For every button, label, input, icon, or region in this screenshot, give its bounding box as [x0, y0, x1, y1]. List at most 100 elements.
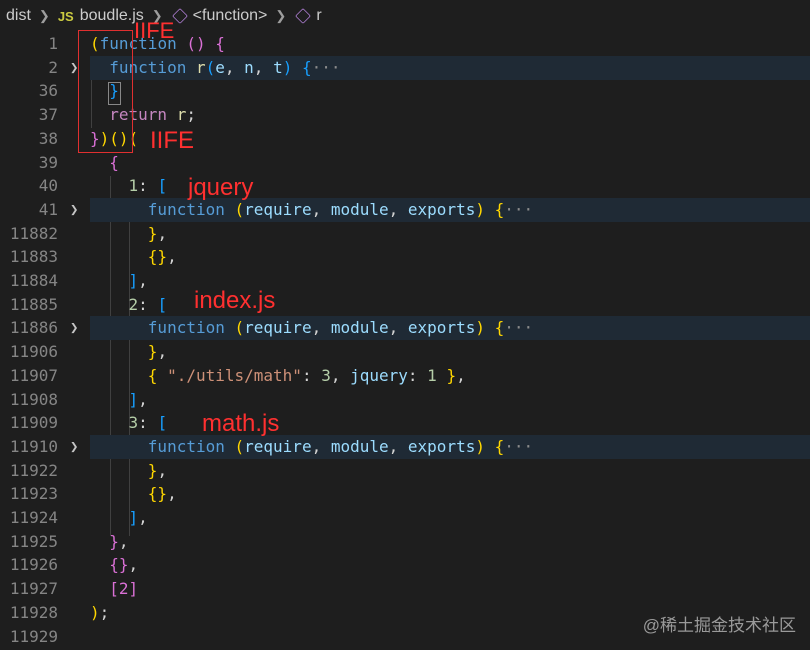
- code-token: require: [244, 436, 312, 456]
- code-text: 1: [: [90, 174, 168, 198]
- code-token: ,: [311, 436, 331, 456]
- code-line[interactable]: 11922 },: [0, 459, 810, 483]
- code-line[interactable]: 11925 },: [0, 530, 810, 554]
- code-token: (: [234, 318, 245, 338]
- code-token: module: [330, 436, 389, 456]
- breadcrumb: dist ❯ JS boudle.js ❯ <function> ❯ r: [0, 0, 810, 32]
- code-token: {}: [109, 555, 129, 575]
- code-line[interactable]: 11907 { "./utils/math": 3, jquery: 1 },: [0, 364, 810, 388]
- line-number: 11910: [9, 436, 58, 456]
- code-token: 1: [128, 176, 139, 196]
- code-token: {: [301, 57, 312, 77]
- code-token: e: [215, 57, 225, 77]
- code-token: ): [90, 602, 100, 622]
- code-line[interactable]: 11924 ],: [0, 506, 810, 530]
- code-token: {: [109, 152, 119, 172]
- fold-chevron-icon[interactable]: ❯: [70, 435, 82, 459]
- code-line[interactable]: 11909 3: [: [0, 411, 810, 435]
- chevron-right-icon: ❯: [275, 8, 287, 23]
- code-token: ]: [128, 508, 139, 527]
- code-text: },: [90, 459, 167, 483]
- code-line[interactable]: 11886 ❯ function (require, module, export…: [0, 316, 810, 341]
- fold-chevron-icon[interactable]: ❯: [70, 316, 82, 340]
- code-token: function: [147, 199, 225, 219]
- fold-chevron-icon[interactable]: ❯: [70, 198, 82, 222]
- code-token: (: [234, 199, 245, 219]
- code-line[interactable]: 11926 {},: [0, 553, 810, 577]
- code-line[interactable]: 39 {: [0, 151, 810, 175]
- code-token: ,: [118, 531, 129, 551]
- code-text: ],: [90, 269, 148, 293]
- code-token: ,: [157, 460, 168, 480]
- line-number: 11922: [9, 460, 58, 480]
- code-token: ,: [456, 365, 466, 385]
- code-text: ],: [90, 506, 148, 530]
- code-token: require: [244, 199, 312, 219]
- code-token: 1: [427, 365, 437, 385]
- code-token: function: [147, 436, 225, 456]
- code-token: [: [157, 413, 168, 433]
- code-line[interactable]: 11927 [2]: [0, 577, 810, 601]
- code-token: ,: [388, 199, 408, 219]
- code-token: ,: [330, 365, 351, 385]
- code-token: ···: [311, 57, 341, 77]
- breadcrumb-folder[interactable]: dist: [6, 7, 31, 25]
- breadcrumb-symbol-r[interactable]: r: [316, 7, 321, 25]
- code-line[interactable]: 11885 2: [: [0, 293, 810, 317]
- code-line[interactable]: 11884 ],: [0, 269, 810, 293]
- code-line[interactable]: 40 1: [: [0, 174, 810, 198]
- code-token: module: [330, 318, 389, 338]
- line-number: 40: [38, 176, 58, 196]
- code-text: ],: [90, 388, 148, 412]
- code-line[interactable]: 11908 ],: [0, 388, 810, 412]
- code-token: {: [494, 436, 505, 456]
- code-text: },: [90, 222, 167, 246]
- line-number: 36: [38, 81, 58, 101]
- line-number: 11927: [9, 579, 58, 599]
- code-line[interactable]: 11883 {},: [0, 245, 810, 269]
- code-text: function (require, module, exports) {···: [90, 316, 533, 340]
- line-number: 11884: [9, 271, 58, 290]
- code-line[interactable]: 11882 },: [0, 222, 810, 246]
- code-token: :: [301, 365, 322, 385]
- code-token: ,: [388, 318, 408, 338]
- code-token: :: [138, 413, 158, 433]
- line-number: 11908: [9, 389, 58, 409]
- code-token: {: [215, 34, 225, 53]
- code-text: );: [90, 601, 109, 625]
- code-token: ): [475, 199, 485, 219]
- code-token: function: [147, 318, 225, 338]
- line-number: 11926: [9, 555, 58, 575]
- code-token: exports: [407, 318, 476, 338]
- breadcrumb-symbol-function[interactable]: <function>: [193, 7, 268, 25]
- code-text: {},: [90, 482, 177, 506]
- code-token: ;: [99, 602, 110, 622]
- code-token: r: [176, 105, 187, 125]
- code-token: ]: [128, 389, 139, 409]
- code-line[interactable]: 11906 },: [0, 340, 810, 364]
- code-token: ,: [388, 436, 408, 456]
- code-token: }: [147, 223, 158, 243]
- code-line[interactable]: 11923 {},: [0, 482, 810, 506]
- code-token: ,: [157, 342, 168, 362]
- code-token: ,: [311, 199, 331, 219]
- code-token: ,: [157, 223, 168, 243]
- line-number: 11929: [9, 626, 58, 646]
- code-line[interactable]: 11910 ❯ function (require, module, export…: [0, 434, 810, 459]
- code-line[interactable]: 41 ❯ function (require, module, exports) …: [0, 197, 810, 222]
- code-token: :: [138, 176, 158, 196]
